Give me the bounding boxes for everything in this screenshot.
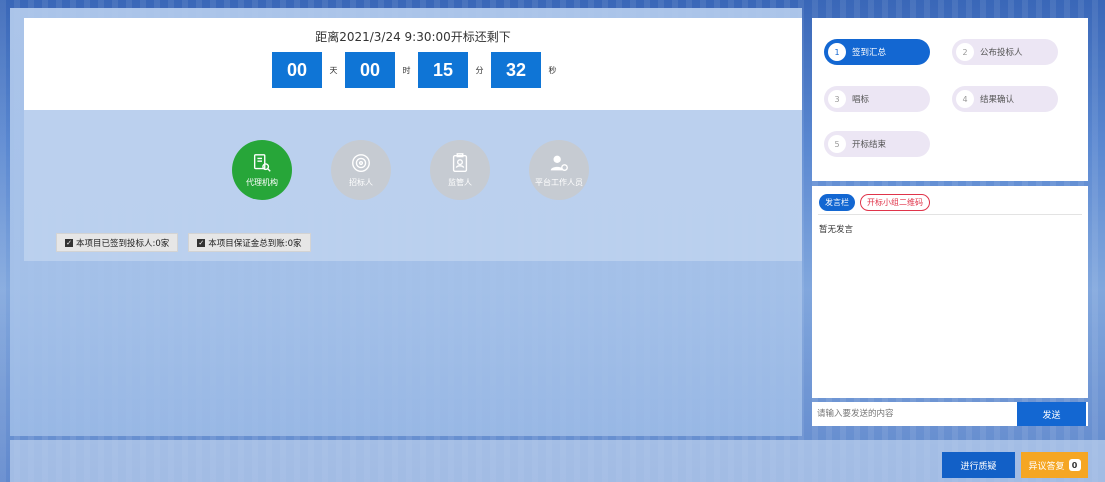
bottom-bar xyxy=(10,440,1105,482)
countdown-seconds-unit: 秒 xyxy=(548,65,557,75)
role-platform-staff[interactable]: 平台工作人员 xyxy=(529,140,589,200)
deposit-status: ✓ 本项目保证金总到账:0家 xyxy=(188,233,311,252)
checkbox-icon: ✓ xyxy=(65,238,73,247)
countdown-seconds: 32 xyxy=(491,52,541,88)
main-card: 距离2021/3/24 9:30:00开标还剩下 00 天 00 时 15 分 … xyxy=(24,18,802,261)
chat-divider xyxy=(818,214,1082,215)
step-label: 唱标 xyxy=(852,95,870,105)
deposit-text: 本项目保证金总到账:0家 xyxy=(208,238,302,249)
step-label: 结果确认 xyxy=(980,95,1015,105)
countdown-minutes: 15 xyxy=(418,52,468,88)
role-tenderer-label: 招标人 xyxy=(349,178,373,187)
signed-in-text: 本项目已签到投标人:0家 xyxy=(76,238,170,249)
objection-count-badge: 0 xyxy=(1068,459,1081,471)
status-row: ✓ 本项目已签到投标人:0家 ✓ 本项目保证金总到账:0家 xyxy=(56,233,311,252)
role-supervisor-label: 监管人 xyxy=(448,178,472,187)
tab-speech[interactable]: 发言栏 xyxy=(819,194,855,211)
role-agency[interactable]: 代理机构 xyxy=(232,140,292,200)
chat-message-input[interactable] xyxy=(812,402,1015,426)
step-label: 公布投标人 xyxy=(980,48,1023,58)
step-label: 开标结束 xyxy=(852,140,887,150)
countdown-panel: 距离2021/3/24 9:30:00开标还剩下 00 天 00 时 15 分 … xyxy=(24,18,802,110)
agency-icon xyxy=(253,154,271,172)
chat-tabs: 发言栏 开标小组二维码 xyxy=(819,194,930,211)
id-badge-icon xyxy=(452,153,468,172)
checkbox-icon: ✓ xyxy=(197,238,206,247)
step-bid-reading[interactable]: 3 唱标 xyxy=(824,86,930,112)
role-tenderer[interactable]: 招标人 xyxy=(331,140,391,200)
step-publish-bidders[interactable]: 2 公布投标人 xyxy=(952,39,1058,65)
countdown-timer: 00 天 00 时 15 分 32 秒 xyxy=(272,52,564,88)
step-number: 3 xyxy=(828,90,846,108)
tab-qr-code[interactable]: 开标小组二维码 xyxy=(860,194,930,211)
chat-input-row: 发送 xyxy=(812,402,1088,426)
step-signin-summary[interactable]: 1 签到汇总 xyxy=(824,39,930,65)
countdown-days: 00 xyxy=(272,52,322,88)
step-number: 4 xyxy=(956,90,974,108)
chat-panel: 发言栏 开标小组二维码 暂无发言 xyxy=(812,186,1088,398)
role-supervisor[interactable]: 监管人 xyxy=(430,140,490,200)
step-result-confirm[interactable]: 4 结果确认 xyxy=(952,86,1058,112)
send-button[interactable]: 发送 xyxy=(1017,402,1086,426)
role-agency-label: 代理机构 xyxy=(246,178,278,187)
countdown-hours: 00 xyxy=(345,52,395,88)
raise-question-button[interactable]: 进行质疑 xyxy=(942,452,1015,478)
countdown-hours-unit: 时 xyxy=(402,65,411,75)
countdown-minutes-unit: 分 xyxy=(475,65,484,75)
countdown-days-unit: 天 xyxy=(329,65,338,75)
step-opening-end[interactable]: 5 开标结束 xyxy=(824,131,930,157)
role-panel: 代理机构 招标人 监管人 平台工作人员 ✓ 本项目已签到投标人:0家 ✓ 本项目… xyxy=(24,110,802,261)
countdown-title: 距离2021/3/24 9:30:00开标还剩下 xyxy=(315,30,511,44)
chat-empty-message: 暂无发言 xyxy=(819,225,854,235)
role-icons: 代理机构 招标人 监管人 平台工作人员 xyxy=(232,140,589,200)
step-label: 签到汇总 xyxy=(852,48,887,58)
signed-in-status: ✓ 本项目已签到投标人:0家 xyxy=(56,233,179,252)
role-platform-staff-label: 平台工作人员 xyxy=(535,178,583,187)
target-icon xyxy=(352,154,370,172)
objection-reply-button[interactable]: 异议答复 0 xyxy=(1021,452,1088,478)
objection-reply-label: 异议答复 xyxy=(1028,461,1065,472)
step-number: 5 xyxy=(828,135,846,153)
step-number: 1 xyxy=(828,43,846,61)
steps-card: 1 签到汇总 2 公布投标人 3 唱标 4 结果确认 5 开标结束 xyxy=(812,18,1088,181)
step-number: 2 xyxy=(956,43,974,61)
staff-icon xyxy=(550,155,568,172)
